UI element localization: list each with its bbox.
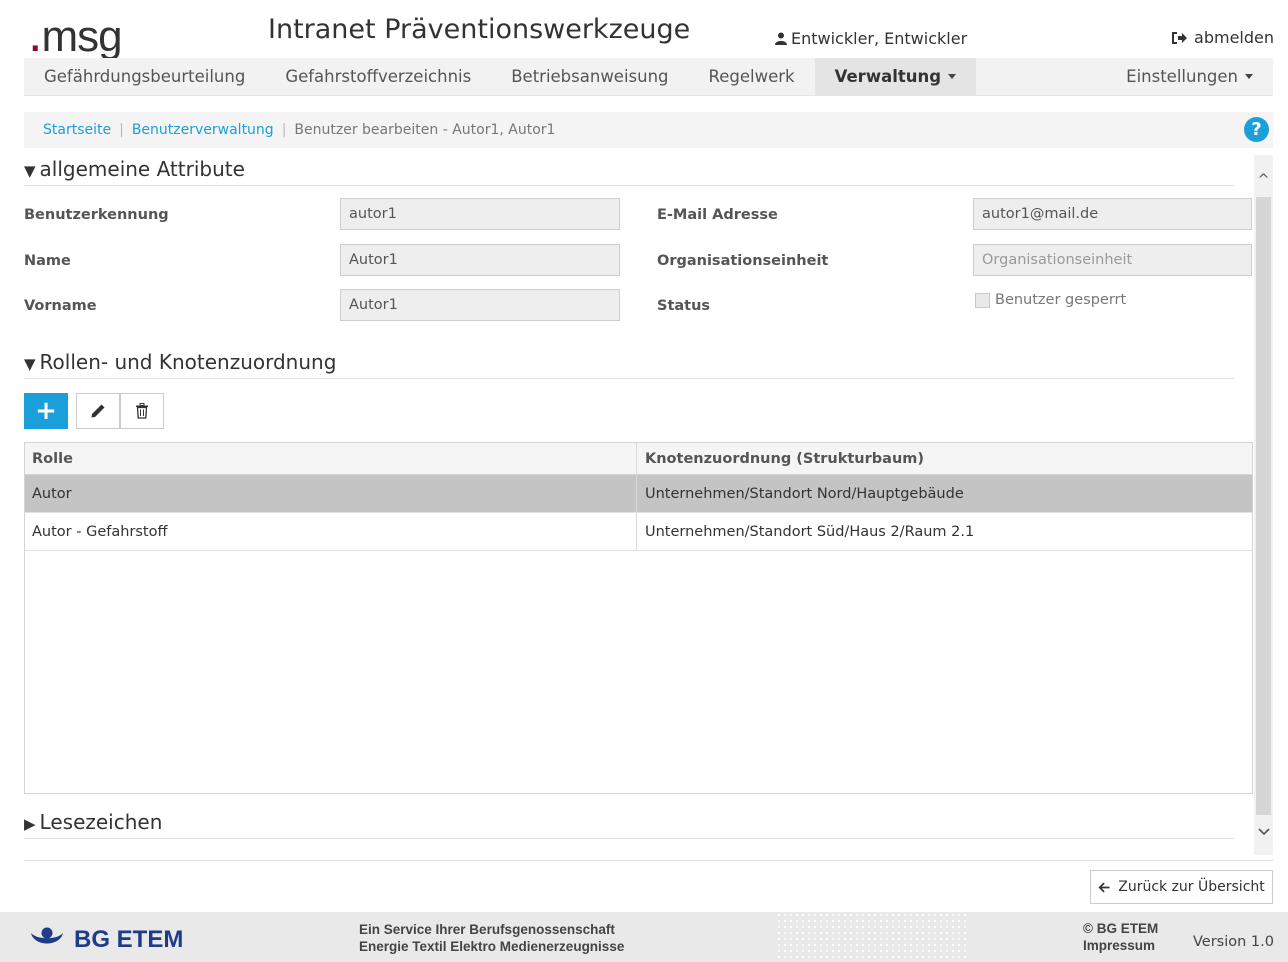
column-header-node[interactable]: Knotenzuordnung (Strukturbaum) xyxy=(637,443,1252,474)
firstname-label: Vorname xyxy=(24,298,97,314)
nav-item-gefaehrdungsbeurteilung[interactable]: Gefährdungsbeurteilung xyxy=(24,58,265,95)
nav-label: Gefährdungsbeurteilung xyxy=(44,67,246,86)
main-nav: Gefährdungsbeurteilung Gefahrstoffverzei… xyxy=(24,58,1273,96)
caret-down-icon xyxy=(948,74,957,79)
email-field[interactable]: autor1@mail.de xyxy=(973,198,1252,230)
app-title: Intranet Präventionswerkzeuge xyxy=(268,14,691,45)
status-label: Status xyxy=(657,298,711,314)
footer-brand: BG ETEM xyxy=(74,926,184,953)
breadcrumb: Startseite | Benutzerverwaltung | Benutz… xyxy=(24,112,1273,148)
role-cell: Autor - Gefahrstoff xyxy=(25,513,637,550)
column-header-role[interactable]: Rolle xyxy=(25,443,637,474)
triangle-down-icon: ▼ xyxy=(24,162,36,180)
node-cell: Unternehmen/Standort Süd/Haus 2/Raum 2.1 xyxy=(645,523,975,540)
footer-service: Ein Service Ihrer Berufsgenossenschaft E… xyxy=(359,921,624,955)
logout-label: abmelden xyxy=(1194,28,1274,47)
triangle-down-icon: ▼ xyxy=(24,355,36,373)
section-general-toggle[interactable]: ▼ allgemeine Attribute xyxy=(24,157,1234,186)
locked-checkbox[interactable] xyxy=(975,292,990,308)
nav-item-regelwerk[interactable]: Regelwerk xyxy=(689,58,815,95)
table-row[interactable]: Autor - Gefahrstoff Unternehmen/Standort… xyxy=(25,513,1252,551)
section-bookmarks-title: Lesezeichen xyxy=(39,810,163,834)
section-roles-toggle[interactable]: ▼ Rollen- und Knotenzuordnung xyxy=(24,350,1234,379)
scrollbar-thumb[interactable] xyxy=(1256,197,1271,815)
footer-dot-pattern xyxy=(776,912,966,962)
firstname-field[interactable]: Autor1 xyxy=(340,289,620,321)
scroll-down-icon[interactable] xyxy=(1257,825,1270,838)
breadcrumb-separator: | xyxy=(281,122,287,138)
user-icon xyxy=(775,32,787,45)
breadcrumb-users[interactable]: Benutzerverwaltung xyxy=(132,122,274,138)
footer-copyright-block: © BG ETEM Impressum xyxy=(1083,920,1158,954)
login-label: Benutzerkennung xyxy=(24,207,169,223)
sign-out-icon xyxy=(1172,31,1188,44)
node-cell: Unternehmen/Standort Nord/Hauptgebäude xyxy=(645,485,964,502)
arrow-left-icon xyxy=(1098,882,1110,892)
caret-down-icon xyxy=(1245,74,1253,79)
login-field[interactable]: autor1 xyxy=(340,198,620,230)
help-icon[interactable]: ? xyxy=(1244,117,1269,142)
nav-label: Verwaltung xyxy=(834,67,942,86)
user-name: Entwickler, Entwickler xyxy=(791,29,968,48)
nav-label: Einstellungen xyxy=(1126,67,1238,86)
table-header: Rolle Knotenzuordnung (Strukturbaum) xyxy=(25,443,1252,475)
bg-etem-logo-icon xyxy=(31,927,63,944)
back-to-overview-button[interactable]: Zurück zur Übersicht xyxy=(1090,870,1273,904)
bg-etem-logo: BG ETEM xyxy=(30,926,183,954)
delete-role-button[interactable] xyxy=(120,393,164,429)
section-bookmarks-toggle[interactable]: ▶ Lesezeichen xyxy=(24,810,1234,839)
roles-toolbar: + xyxy=(24,393,164,429)
content-divider xyxy=(24,860,1273,861)
roles-table: Rolle Knotenzuordnung (Strukturbaum) Aut… xyxy=(24,442,1253,794)
breadcrumb-home[interactable]: Startseite xyxy=(43,122,111,138)
version: Version 1.0 xyxy=(1193,934,1274,950)
triangle-right-icon: ▶ xyxy=(24,815,36,833)
nav-item-gefahrstoffverzeichnis[interactable]: Gefahrstoffverzeichnis xyxy=(265,58,491,95)
section-general-title: allgemeine Attribute xyxy=(39,157,245,181)
edit-user-form: ▼ allgemeine Attribute Benutzerkennung au… xyxy=(24,155,1253,845)
edit-role-button[interactable] xyxy=(76,393,120,429)
add-role-button[interactable]: + xyxy=(24,393,68,429)
impressum-link[interactable]: Impressum xyxy=(1083,937,1158,954)
role-cell: Autor xyxy=(25,475,637,512)
nav-label: Gefahrstoffverzeichnis xyxy=(285,67,472,86)
service-line-1: Ein Service Ihrer Berufsgenossenschaft xyxy=(359,922,615,937)
table-row[interactable]: Autor Unternehmen/Standort Nord/Hauptgeb… xyxy=(25,475,1252,513)
nav-label: Regelwerk xyxy=(708,67,795,86)
section-roles-title: Rollen- und Knotenzuordnung xyxy=(39,350,337,374)
footer: BG ETEM Ein Service Ihrer Berufsgenossen… xyxy=(0,912,1288,962)
current-user: Entwickler, Entwickler xyxy=(775,29,967,48)
nav-label: Betriebsanweisung xyxy=(511,67,669,86)
logout-link[interactable]: abmelden xyxy=(1171,28,1274,47)
pencil-icon xyxy=(91,404,105,418)
content-scrollbar[interactable]: ^ xyxy=(1254,155,1273,855)
email-label: E-Mail Adresse xyxy=(657,207,778,223)
back-label: Zurück zur Übersicht xyxy=(1118,879,1265,895)
org-label: Organisationseinheit xyxy=(657,253,829,269)
nav-item-betriebsanweisung[interactable]: Betriebsanweisung xyxy=(491,58,688,95)
name-label: Name xyxy=(24,253,71,269)
locked-checkbox-wrap[interactable]: Benutzer gesperrt xyxy=(975,292,1126,308)
scroll-up-icon[interactable]: ^ xyxy=(1257,172,1270,188)
breadcrumb-separator: | xyxy=(119,122,124,138)
plus-icon: + xyxy=(35,396,57,426)
nav-item-verwaltung[interactable]: Verwaltung xyxy=(814,58,977,95)
breadcrumb-current: Benutzer bearbeiten - Autor1, Autor1 xyxy=(294,122,556,138)
copyright: © BG ETEM xyxy=(1083,921,1159,936)
trash-icon xyxy=(136,403,148,419)
service-line-2: Energie Textil Elektro Medienerzeugnisse xyxy=(359,939,625,954)
name-field[interactable]: Autor1 xyxy=(340,244,620,276)
locked-label: Benutzer gesperrt xyxy=(995,292,1127,308)
nav-item-einstellungen[interactable]: Einstellungen xyxy=(1106,58,1273,95)
org-field[interactable]: Organisationseinheit xyxy=(973,244,1252,276)
msg-logo: .msg xyxy=(28,5,123,63)
